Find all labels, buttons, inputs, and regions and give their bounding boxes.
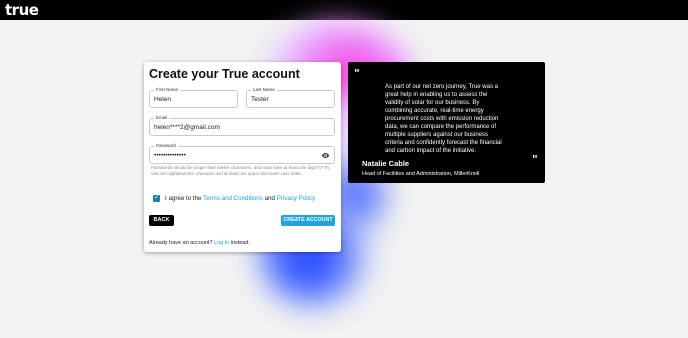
footer-suffix: instead. bbox=[230, 240, 250, 246]
password-value: •••••••••••••• bbox=[154, 152, 186, 159]
last-name-value: Tester bbox=[251, 96, 269, 103]
email-field[interactable]: Email helen****2@gmail.com bbox=[149, 115, 335, 136]
page-title: Create your True account bbox=[149, 67, 300, 81]
password-hint: Passwords should be longer than twelve c… bbox=[151, 165, 331, 176]
agree-checkbox[interactable]: ✓ bbox=[153, 195, 160, 202]
email-value: helen****2@gmail.com bbox=[154, 124, 220, 131]
login-prompt: Already have an account? Log in instead. bbox=[149, 240, 250, 246]
close-quote-icon: " bbox=[532, 153, 538, 166]
first-name-label: First Name bbox=[154, 87, 181, 92]
create-account-button[interactable]: CREATE ACCOUNT bbox=[281, 215, 335, 226]
login-link[interactable]: Log in bbox=[214, 240, 229, 246]
signup-card: Create your True account First Name Hele… bbox=[144, 62, 341, 252]
first-name-field[interactable]: First Name Helen bbox=[149, 87, 238, 108]
password-label: Password bbox=[154, 143, 178, 148]
last-name-field[interactable]: Last Name Tester bbox=[246, 87, 335, 108]
testimonial-card: " As part of our net zero journey, True … bbox=[348, 62, 545, 183]
open-quote-icon: " bbox=[354, 67, 360, 80]
agree-prefix: I agree to the bbox=[165, 195, 202, 202]
top-bar: true bbox=[0, 0, 688, 20]
testimonial-role: Head of Facilities and Administration, M… bbox=[362, 171, 480, 177]
testimonial-text: As part of our net zero journey, True wa… bbox=[385, 84, 502, 154]
testimonial-name: Natalie Cable bbox=[362, 159, 410, 168]
last-name-label: Last Name bbox=[251, 87, 277, 92]
footer-prefix: Already have an account? bbox=[149, 240, 213, 246]
email-label: Email bbox=[154, 115, 170, 120]
show-password-icon[interactable] bbox=[321, 151, 330, 160]
agree-and: and bbox=[264, 195, 275, 202]
agree-text: I agree to the Terms and Conditions and … bbox=[165, 195, 315, 203]
terms-link[interactable]: Terms and Conditions bbox=[203, 195, 263, 202]
true-logo[interactable]: true bbox=[5, 1, 39, 19]
password-field[interactable]: Password •••••••••••••• bbox=[149, 143, 335, 164]
back-button[interactable]: BACK bbox=[149, 215, 174, 226]
privacy-link[interactable]: Privacy Policy bbox=[277, 195, 316, 202]
first-name-value: Helen bbox=[154, 96, 171, 103]
